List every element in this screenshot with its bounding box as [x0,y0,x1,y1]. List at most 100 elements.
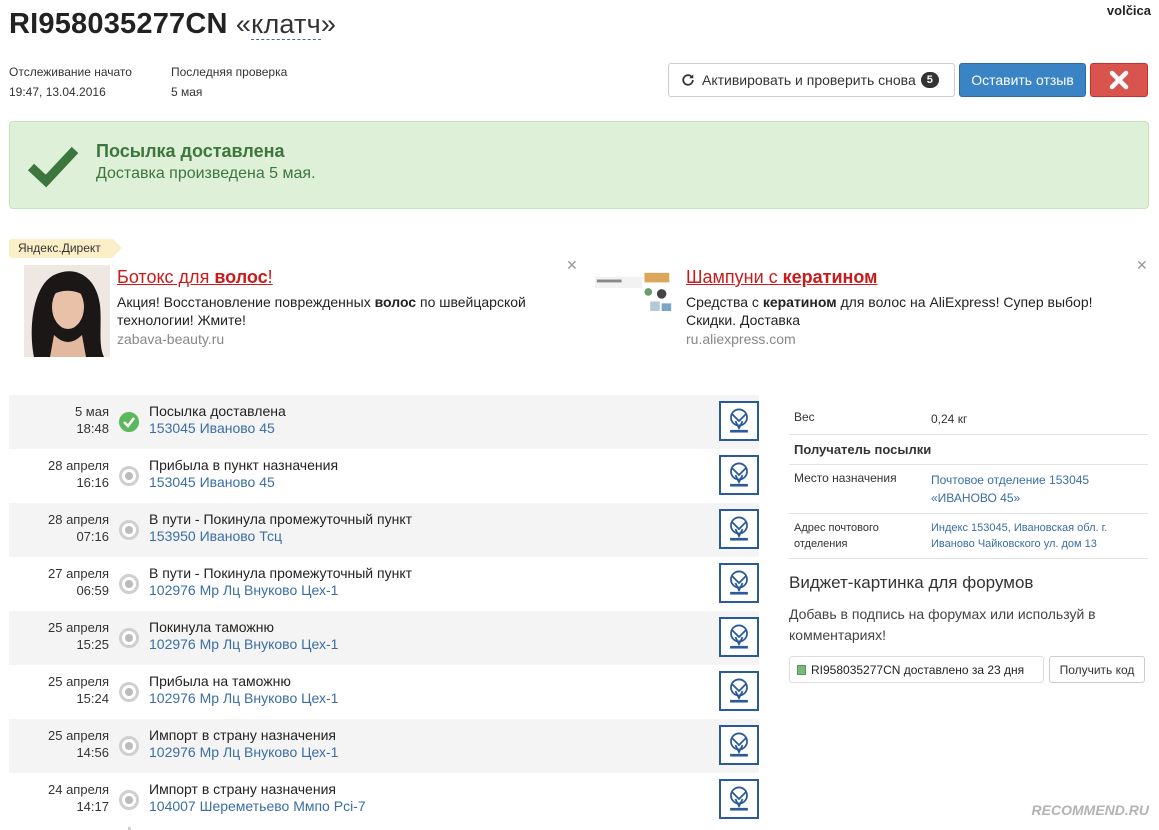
last-check-label: Последняя проверка [171,65,288,79]
russian-post-logo-icon[interactable] [719,563,759,603]
event-location-link[interactable]: 102976 Мр Лц Внуково Цех-1 [149,582,338,598]
destination-value[interactable]: Почтовое отделение 153045 «ИВАНОВО 45» [931,471,1148,507]
ad-title-part[interactable]: Шампуни с [686,267,783,287]
event-location-link[interactable]: 102976 Мр Лц Внуково Цех-1 [149,744,338,760]
event-datetime: 28 апреля 07:16 [9,511,109,545]
status-dot-icon [119,682,139,702]
ad-text-part: Средства с [686,294,763,310]
event-status: Импорт в страну назначения [149,781,336,797]
parcel-info: Вес 0,24 кг Получатель посылки Место наз… [789,404,1148,559]
ad-host[interactable]: ru.aliexpress.com [686,331,796,347]
russian-post-logo-icon[interactable] [719,725,759,765]
tracking-started-label: Отслеживание начато [9,65,132,79]
event-location-link[interactable]: 153045 Иваново 45 [149,474,275,490]
address-value[interactable]: Индекс 153045, Ивановская обл. г. Иванов… [931,520,1148,552]
event-status: Посылка доставлена [149,403,286,419]
event-location-link[interactable]: 153950 Иваново Тсц [149,528,282,544]
ad-image-woman[interactable] [24,265,110,357]
weight-value: 0,24 кг [931,412,968,426]
russian-post-logo-icon[interactable] [719,401,759,441]
parcel-nickname-text[interactable]: клатч [251,9,321,40]
get-code-button[interactable]: Получить код [1049,656,1145,683]
refresh-button[interactable]: Активировать и проверить снова 5 [668,63,955,97]
event-location-link[interactable]: 102976 Мр Лц Внуково Цех-1 [149,636,338,652]
delete-button[interactable] [1090,63,1148,97]
ad-title-bold[interactable]: кератином [783,267,878,287]
event-date: 25 апреля [48,620,109,635]
event-datetime: 25 апреля 14:56 [9,727,109,761]
last-check: Последняя проверка 5 мая [171,62,287,102]
event-status: Прибыла в пункт назначения [149,457,339,473]
event-date: 5 мая [74,404,109,419]
ad-title-part[interactable]: Ботокс для [117,267,214,287]
russian-post-logo-icon[interactable] [719,509,759,549]
ad-title[interactable]: Ботокс для волос! [117,267,273,288]
username[interactable]: volčica [1107,3,1151,18]
address-row: Адрес почтового отделения Индекс 153045,… [789,514,1148,559]
yandex-direct-label[interactable]: Яндекс.Директ [9,239,122,258]
recipient-heading: Получатель посылки [789,435,1148,465]
delivered-alert: Посылка доставлена Доставка произведена … [9,121,1149,209]
widget-preview-text: RI958035277CN доставлено за 23 дня [811,662,1025,677]
ad-title[interactable]: Шампуни с кератином [686,267,878,288]
timeline-event: 25 апреля 15:25 Покинула таможню 102976 Мр … [9,611,759,665]
ad-image-shampoo[interactable] [593,265,675,357]
widget-title: Виджет-картинка для форумов [789,573,1034,592]
russian-post-logo-icon[interactable] [719,779,759,819]
tracking-started-value: 19:47, 13.04.2016 [9,85,106,99]
event-status: Импорт в страну назначения [149,727,336,743]
event-time: 15:24 [76,691,109,706]
weight-row: Вес 0,24 кг [789,404,1148,435]
event-time: 06:59 [76,583,109,598]
event-date: 25 апреля [48,674,109,689]
last-check-value: 5 мая [171,85,203,99]
events-list: 5 мая 18:48 Посылка доставлена 153045 Ивано… [9,395,759,827]
timeline-event: 24 апреля 14:17 Импорт в страну назначения… [9,773,759,827]
parcel-nickname[interactable]: «клатч» [236,9,336,40]
status-dot-icon [119,628,139,648]
widget-preview[interactable]: RI958035277CN доставлено за 23 дня [789,656,1044,683]
russian-post-logo-icon[interactable] [719,617,759,657]
russian-post-logo-icon[interactable] [719,455,759,495]
track-number: RI958035277CN [9,8,228,40]
close-icon [1109,70,1129,90]
status-dot-icon [119,574,139,594]
event-status: В пути - Покинула промежуточный пункт [149,511,413,527]
event-time: 14:17 [76,799,109,814]
event-datetime: 25 апреля 15:24 [9,673,109,707]
ad-close-icon[interactable]: ✕ [566,257,578,274]
ad-close-icon[interactable]: ✕ [1136,257,1148,274]
alert-text: Доставка произведена 5 мая. [96,165,316,182]
ad-text-part: Акция! Восстановление поврежденных [117,294,375,310]
event-datetime: 28 апреля 16:16 [9,457,109,491]
event-location-link[interactable]: 102976 Мр Лц Внуково Цех-1 [149,690,338,706]
ad-host[interactable]: zabava-beauty.ru [117,331,224,347]
timeline-event: 25 апреля 15:24 Прибыла на таможню 102976 М… [9,665,759,719]
widget-text: Добавь в подпись на форумах или использу… [789,606,1096,643]
event-time: 14:56 [76,745,109,760]
ad-title-bold[interactable]: волос [214,267,267,287]
refresh-count-badge: 5 [920,72,939,88]
page-title: RI958035277CN «клатч» [9,8,336,41]
event-time: 16:16 [76,475,109,490]
event-status: Прибыла на таможню [149,673,291,689]
russian-post-logo-icon[interactable] [719,671,759,711]
status-dot-icon [119,736,139,756]
event-status: Покинула таможню [149,619,274,635]
event-datetime: 27 апреля 06:59 [9,565,109,599]
event-status: В пути - Покинула промежуточный пункт [149,565,413,581]
ad-title-part[interactable]: ! [268,267,273,287]
ad-text: Акция! Восстановление поврежденных волос… [117,293,547,329]
alert-title: Посылка доставлена [96,141,285,161]
status-dot-icon [119,520,139,540]
event-date: 25 апреля [48,728,109,743]
leave-review-button[interactable]: Оставить отзыв [959,63,1086,97]
widget-image-icon [797,664,806,675]
timeline-event: 5 мая 18:48 Посылка доставлена 153045 Ивано… [9,395,759,449]
watermark-logo: RECOMMEND.RU [1031,802,1149,818]
tracking-timeline: 5 мая 18:48 Посылка доставлена 153045 Ивано… [9,395,759,830]
status-check-icon [119,412,139,432]
event-location-link[interactable]: 153045 Иваново 45 [149,420,275,436]
event-datetime: 25 апреля 15:25 [9,619,109,653]
event-location-link[interactable]: 104007 Шереметьево Ммпо Pci-7 [149,798,366,814]
